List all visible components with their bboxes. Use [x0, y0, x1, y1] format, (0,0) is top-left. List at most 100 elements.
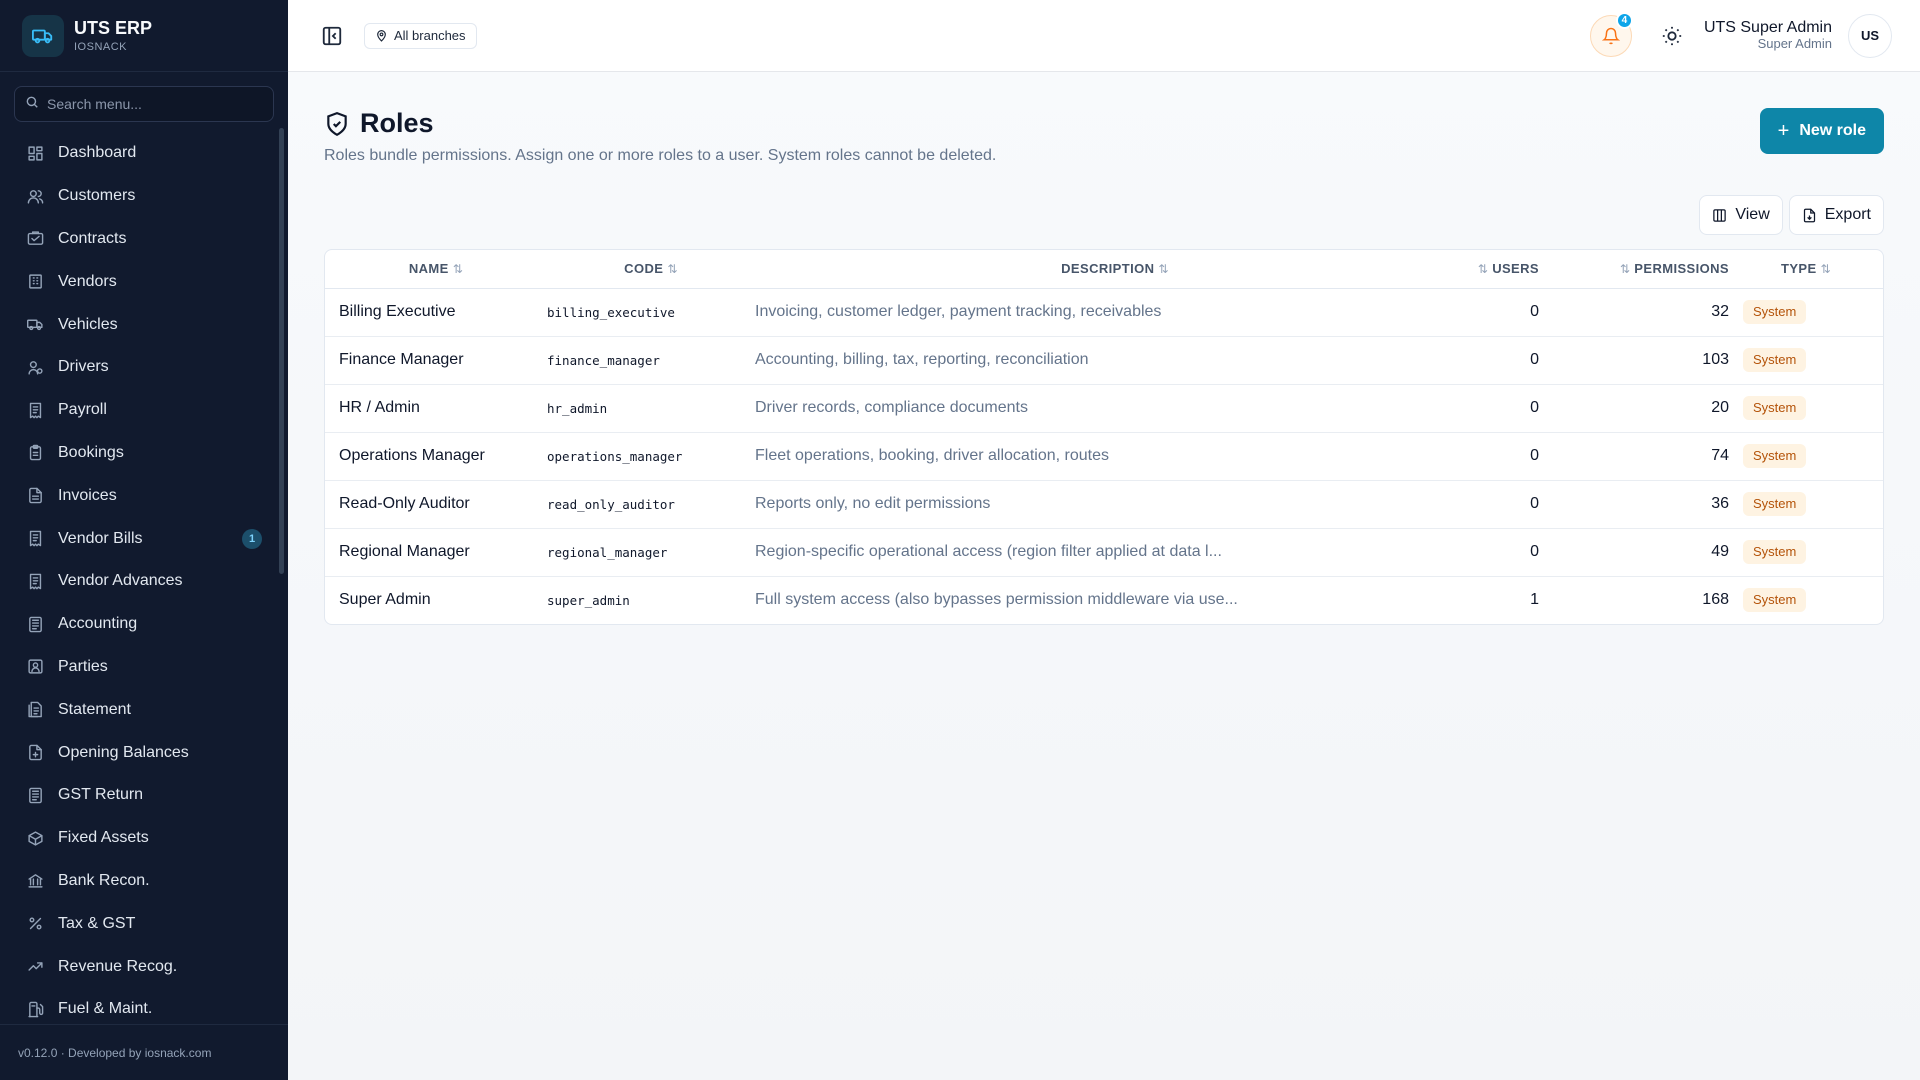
sidebar-item-customers[interactable]: Customers [14, 175, 274, 218]
table-row[interactable]: Finance Manager finance_manager Accounting… [325, 336, 1883, 385]
trending-icon [26, 958, 44, 976]
sidebar-item-label: Fixed Assets [58, 829, 149, 847]
table-row[interactable]: Read-Only Auditor read_only_auditor Report… [325, 480, 1883, 529]
sidebar-item-label: Payroll [58, 401, 107, 419]
panel-left-icon [322, 26, 342, 45]
sidebar-item-invoices[interactable]: Invoices [14, 474, 274, 517]
new-role-button[interactable]: + New role [1759, 108, 1884, 154]
receipt-icon [26, 401, 44, 419]
table-header-row: NAME ⇅ CODE ⇅ DESCRIPTION ⇅ ⇅ USERS ⇅ PERMISS… [325, 250, 1883, 289]
role-name: Operations Manager [325, 432, 547, 481]
sidebar-item-label: Bank Recon. [58, 871, 150, 889]
role-permissions-count: 74 [1539, 432, 1729, 481]
column-header-permissions[interactable]: ⇅ PERMISSIONS [1539, 250, 1729, 289]
sidebar-item-vehicles[interactable]: Vehicles [14, 303, 274, 346]
sidebar-item-fuel-maint[interactable]: Fuel & Maint. [14, 988, 274, 1024]
sort-icon: ⇅ [1619, 262, 1631, 277]
theme-toggle-button[interactable] [1656, 20, 1688, 52]
column-header-name[interactable]: NAME ⇅ [325, 250, 547, 289]
sidebar-item-accounting[interactable]: Accounting [14, 603, 274, 646]
sort-icon: ⇅ [667, 262, 678, 277]
table-row[interactable]: HR / Admin hr_admin Driver records, compli… [325, 384, 1883, 433]
brand: UTS ERP IOSNACK [0, 0, 288, 72]
avatar[interactable]: US [1848, 13, 1892, 58]
table-row[interactable]: Super Admin super_admin Full system access… [325, 576, 1883, 624]
role-type-cell: System [1729, 336, 1883, 385]
sidebar-item-bank-recon[interactable]: Bank Recon. [14, 860, 274, 903]
sidebar-item-revenue-recog[interactable]: Revenue Recog. [14, 945, 274, 988]
sidebar-scrollbar[interactable] [279, 128, 284, 574]
role-code: operations_manager [547, 432, 755, 481]
sidebar-item-fixed-assets[interactable]: Fixed Assets [14, 817, 274, 860]
status-badge: System [1743, 348, 1807, 372]
role-code: billing_executive [547, 288, 755, 337]
role-description: Fleet operations, booking, driver alloca… [755, 432, 1475, 481]
sidebar-item-bookings[interactable]: Bookings [14, 432, 274, 475]
sidebar-item-label: Fuel & Maint. [58, 1000, 153, 1018]
role-users-count: 0 [1475, 288, 1539, 337]
statement-icon [26, 701, 44, 719]
column-header-description[interactable]: DESCRIPTION ⇅ [755, 250, 1475, 289]
count-badge: 1 [242, 528, 262, 549]
role-type-cell: System [1729, 480, 1883, 529]
role-users-count: 0 [1475, 384, 1539, 433]
sidebar-item-parties[interactable]: Parties [14, 646, 274, 689]
sidebar-item-label: Accounting [58, 615, 138, 633]
sidebar-item-gst-return[interactable]: GST Return [14, 774, 274, 817]
sidebar-item-drivers[interactable]: Drivers [14, 346, 274, 389]
ledger-icon [26, 786, 44, 804]
role-permissions-count: 168 [1702, 591, 1729, 609]
column-header-code[interactable]: CODE ⇅ [547, 250, 755, 289]
driver-icon [26, 358, 44, 376]
user-name: UTS Super Admin [1703, 18, 1832, 36]
role-permissions-count: 32 [1539, 288, 1729, 337]
role-description: Full system access (also bypasses permis… [755, 591, 1238, 609]
role-code: regional_manager [547, 528, 755, 577]
sidebar-item-tax-gst[interactable]: Tax & GST [14, 902, 274, 945]
sidebar-search[interactable] [14, 86, 274, 122]
role-description: Invoicing, customer ledger, payment trac… [755, 288, 1475, 337]
user-info: UTS Super Admin Super Admin [1704, 19, 1832, 52]
brand-name: UTS ERP [74, 18, 153, 38]
role-description: Driver records, compliance documents [755, 384, 1475, 433]
column-header-type[interactable]: TYPE ⇅ [1729, 250, 1883, 289]
sidebar-item-opening-balances[interactable]: Opening Balances [14, 731, 274, 774]
new-role-label: New role [1799, 122, 1866, 139]
view-button[interactable]: View [1699, 195, 1783, 235]
role-name: Billing Executive [325, 288, 547, 337]
search-input[interactable] [47, 96, 263, 112]
user-role: Super Admin [1757, 36, 1832, 52]
column-header-users[interactable]: ⇅ USERS [1475, 250, 1539, 289]
export-button[interactable]: Export [1788, 195, 1884, 235]
columns-icon [1713, 208, 1727, 222]
sidebar-item-vendor-bills[interactable]: Vendor Bills 1 [14, 517, 274, 560]
branch-selector[interactable]: All branches [364, 22, 477, 49]
sun-icon [1662, 26, 1682, 45]
notifications-button[interactable]: 4 [1589, 11, 1633, 57]
role-code: super_admin [547, 592, 630, 608]
sidebar-item-label: Invoices [58, 486, 117, 504]
sidebar-footer: v0.12.0 · Developed by iosnack.com [0, 1024, 288, 1080]
sidebar-item-contracts[interactable]: Contracts [14, 218, 274, 261]
role-users-count: 0 [1475, 528, 1539, 577]
map-pin-icon [377, 30, 386, 42]
sidebar-item-vendors[interactable]: Vendors [14, 260, 274, 303]
table-row[interactable]: Regional Manager regional_manager Region-s… [325, 528, 1883, 577]
sidebar-item-statement[interactable]: Statement [14, 688, 274, 731]
sidebar-item-vendor-advances[interactable]: Vendor Advances [14, 560, 274, 603]
table-row[interactable]: Operations Manager operations_manager Flee… [325, 432, 1883, 481]
role-name: HR / Admin [325, 384, 547, 433]
page-content: Roles Roles bundle permissions. Assign o… [288, 72, 1920, 625]
status-badge: System [1743, 444, 1807, 468]
bank-icon [26, 872, 44, 890]
sidebar-item-label: Bookings [58, 443, 124, 461]
branch-label: All branches [394, 28, 466, 43]
sort-icon: ⇅ [1820, 262, 1832, 277]
collapse-sidebar-button[interactable] [316, 20, 348, 52]
role-users-count: 0 [1475, 432, 1539, 481]
sidebar-item-dashboard[interactable]: Dashboard [14, 132, 274, 175]
dashboard-icon [26, 144, 44, 162]
table-row[interactable]: Billing Executive billing_executive Invoic… [325, 288, 1883, 337]
sidebar-item-payroll[interactable]: Payroll [14, 389, 274, 432]
search-icon [25, 95, 39, 114]
